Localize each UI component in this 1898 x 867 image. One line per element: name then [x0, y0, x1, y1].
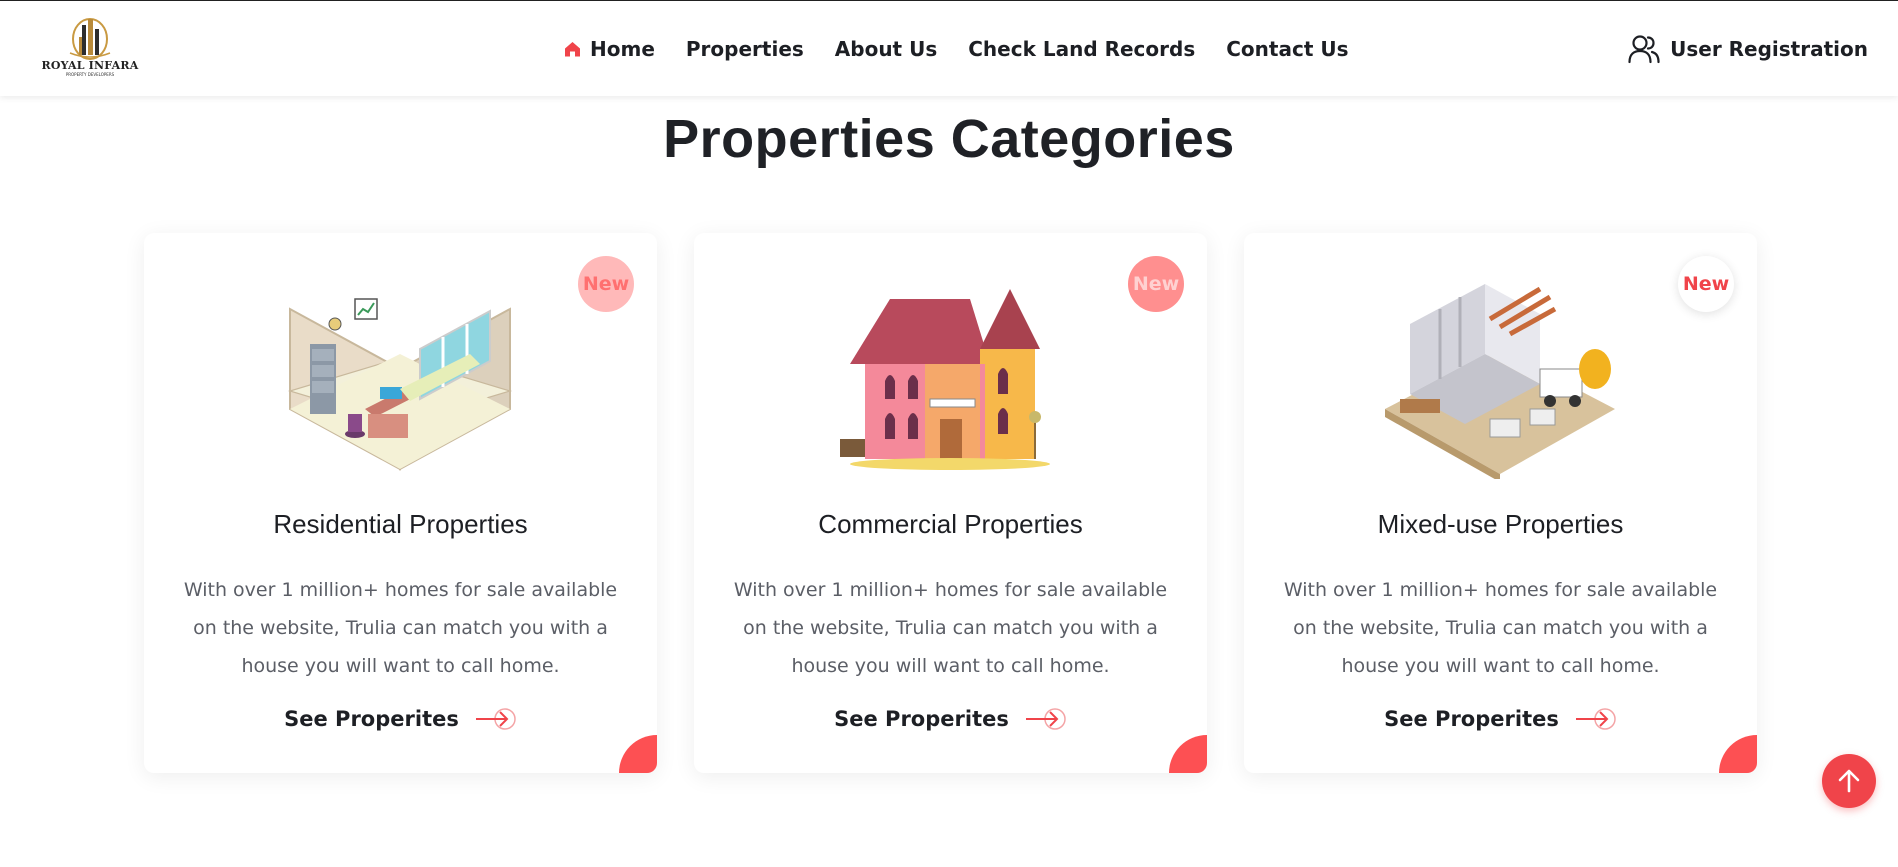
nav-contact-us[interactable]: Contact Us — [1226, 37, 1348, 61]
card-title: Residential Properties — [273, 509, 528, 539]
arrow-right-icon — [475, 708, 516, 730]
nav-home[interactable]: Home — [564, 37, 655, 61]
card-description: With over 1 million+ homes for sale avai… — [733, 579, 1168, 677]
card-description: With over 1 million+ homes for sale avai… — [1283, 579, 1718, 677]
logo-text: ROYAL INFARA — [41, 59, 139, 72]
nav-check-land-records-label: Check Land Records — [968, 37, 1196, 61]
see-properties-label: See Properites — [834, 707, 1009, 731]
scroll-to-top-button[interactable] — [1822, 754, 1876, 808]
section-title: Properties Categories — [663, 109, 1235, 169]
card-corner-decoration — [1719, 735, 1757, 773]
nav-about-us[interactable]: About Us — [835, 37, 937, 61]
category-card-mixed-use[interactable]: New Mixed-use Properties With over 1 mil… — [1244, 233, 1757, 773]
see-properties-label: See Properites — [284, 707, 459, 731]
see-properties-link[interactable]: See Properites — [1244, 707, 1757, 731]
card-description: With over 1 million+ homes for sale avai… — [183, 579, 618, 677]
site-header: ROYAL INFARA PROPERTY DEVELOPERS Home Pr… — [0, 1, 1898, 96]
user-registration-label: User Registration — [1670, 37, 1868, 61]
new-badge: New — [578, 256, 634, 312]
card-title: Commercial Properties — [818, 509, 1083, 539]
nav-check-land-records[interactable]: Check Land Records — [968, 37, 1195, 61]
nav-contact-us-label: Contact Us — [1226, 37, 1349, 61]
nav-home-label: Home — [590, 37, 655, 61]
arrow-up-icon — [1838, 769, 1860, 793]
home-icon — [565, 42, 580, 57]
user-group-icon — [1628, 35, 1660, 64]
construction-site-illustration — [1385, 284, 1615, 479]
nav-properties[interactable]: Properties — [686, 37, 804, 61]
category-card-commercial[interactable]: New Commercial Properties With over 1 mi… — [694, 233, 1207, 773]
card-corner-decoration — [619, 735, 657, 773]
arrow-right-icon — [1025, 708, 1066, 730]
category-card-residential[interactable]: New Residential Properties With over 1 m… — [144, 233, 657, 773]
user-registration-link[interactable]: User Registration — [1628, 34, 1868, 64]
arrow-right-icon — [1575, 708, 1616, 730]
logo-subtext: PROPERTY DEVELOPERS — [65, 72, 115, 77]
brand-logo[interactable]: ROYAL INFARA PROPERTY DEVELOPERS — [40, 11, 140, 83]
see-properties-label: See Properites — [1384, 707, 1559, 731]
new-badge: New — [1678, 256, 1734, 312]
card-corner-decoration — [1169, 735, 1207, 773]
card-title: Mixed-use Properties — [1377, 509, 1624, 539]
main-nav: Home Properties About Us Check Land Reco… — [564, 37, 1349, 61]
see-properties-link[interactable]: See Properites — [694, 707, 1207, 731]
see-properties-link[interactable]: See Properites — [144, 707, 657, 731]
nav-about-us-label: About Us — [834, 37, 938, 61]
nav-properties-label: Properties — [685, 37, 804, 61]
pink-house-illustration — [840, 289, 1050, 470]
office-room-illustration — [287, 298, 513, 471]
logo-emblem-icon — [69, 18, 111, 60]
new-badge: New — [1128, 256, 1184, 312]
